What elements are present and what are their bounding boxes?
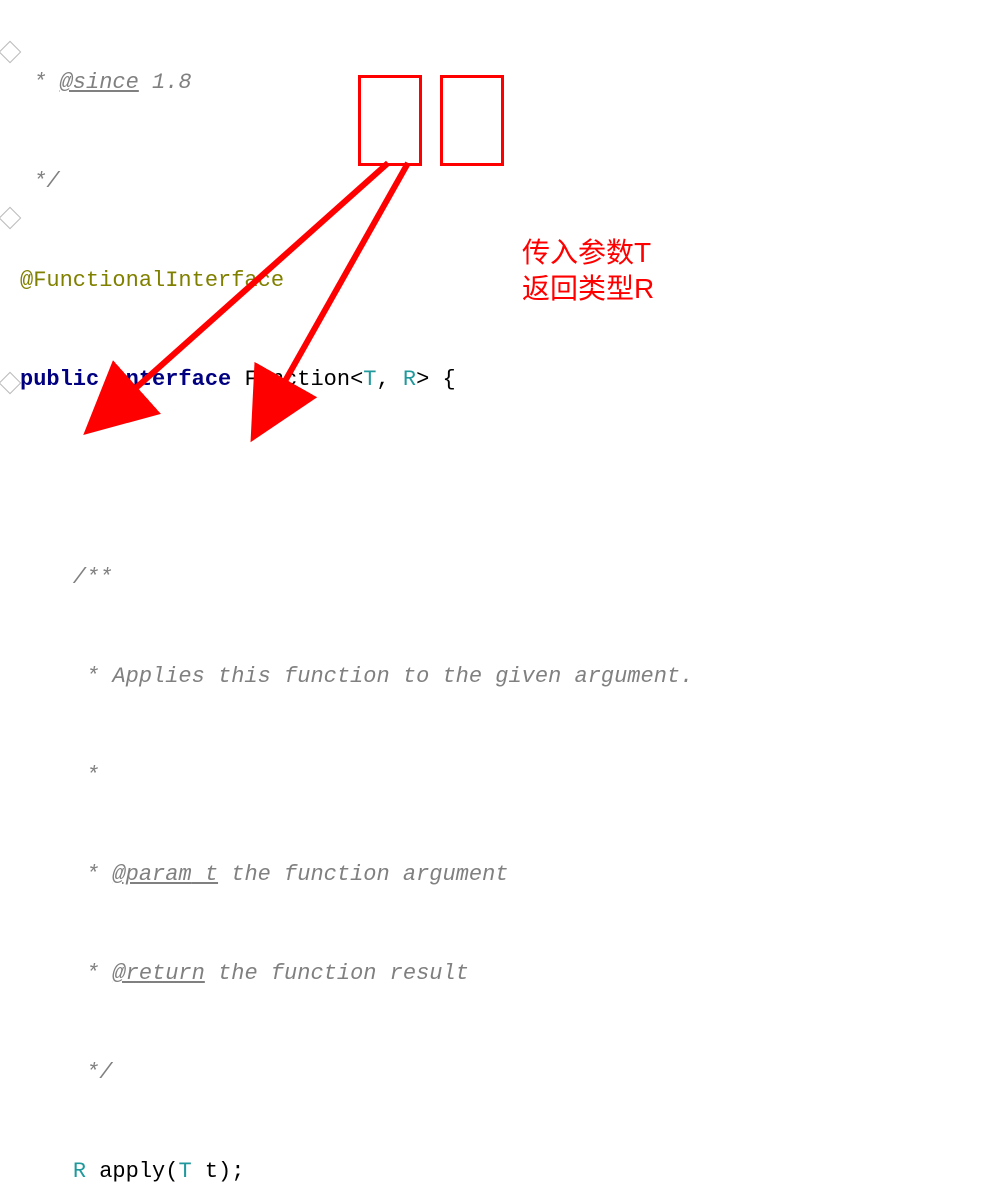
- code-block: * @since 1.8 */ @FunctionalInterface pub…: [0, 0, 693, 1186]
- comment-prefix: *: [20, 862, 112, 887]
- keyword-public: public: [20, 367, 99, 392]
- comment-end: */: [20, 169, 60, 194]
- javadoc-tag-return: @return: [112, 961, 204, 986]
- highlight-box-R: [440, 75, 504, 166]
- param-type-T: T: [178, 1159, 191, 1184]
- javadoc-tag-since: @since: [60, 70, 139, 95]
- annotation-line-1: 传入参数T: [522, 235, 654, 271]
- highlight-box-T: [358, 75, 422, 166]
- generic-close-brace: > {: [416, 367, 456, 392]
- method-close: t);: [192, 1159, 245, 1184]
- type-param-T: T: [363, 367, 376, 392]
- return-type-R: R: [73, 1159, 86, 1184]
- comment-prefix: *: [20, 961, 112, 986]
- annotation-functional-interface: @FunctionalInterface: [20, 268, 284, 293]
- type-param-R: R: [403, 367, 416, 392]
- annotation-text: 传入参数T 返回类型R: [522, 235, 654, 308]
- method-apply: apply(: [86, 1159, 178, 1184]
- interface-name: Function: [244, 367, 350, 392]
- param-desc: the function argument: [218, 862, 508, 887]
- param-name: t: [192, 862, 218, 887]
- generic-open: <: [350, 367, 363, 392]
- javadoc-close: */: [20, 1060, 112, 1085]
- javadoc-tag-param: @param: [112, 862, 191, 887]
- javadoc-desc: * Applies this function to the given arg…: [20, 664, 693, 689]
- return-desc: the function result: [205, 961, 469, 986]
- comment-text: *: [20, 70, 60, 95]
- comma: ,: [376, 367, 402, 392]
- keyword-interface: interface: [112, 367, 231, 392]
- annotation-line-2: 返回类型R: [522, 271, 654, 307]
- indent: [20, 1159, 73, 1184]
- javadoc-open: /**: [20, 565, 112, 590]
- since-version: 1.8: [139, 70, 192, 95]
- javadoc-blank: *: [20, 763, 99, 788]
